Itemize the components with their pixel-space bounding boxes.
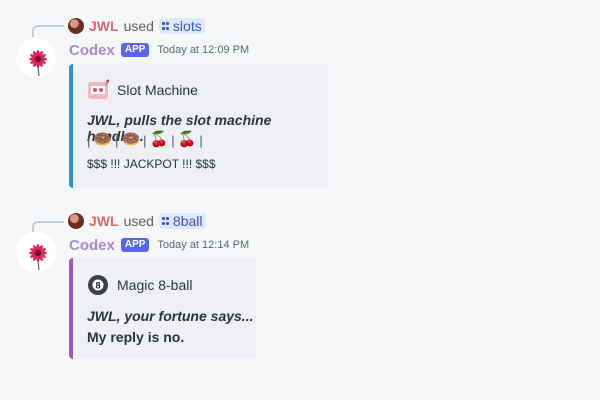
embed-8ball: 8 Magic 8-ball JWL, your fortune says...… xyxy=(69,258,256,359)
message-header: Codex APP Today at 12:14 PM xyxy=(69,235,249,255)
timestamp[interactable]: Today at 12:09 PM xyxy=(157,44,249,56)
reply-reference[interactable]: JWL used 8ball xyxy=(68,212,206,230)
reel-cherry-icon: 🍒 xyxy=(177,131,197,148)
user-avatar[interactable] xyxy=(68,18,84,34)
reel-donut-icon: 🍩 xyxy=(121,131,141,148)
app-badge: APP xyxy=(120,238,150,252)
slot-machine-icon xyxy=(88,79,109,99)
reply-username[interactable]: JWL xyxy=(89,18,119,34)
reel-cherry-icon: 🍒 xyxy=(149,131,169,148)
reply-used-text: used xyxy=(123,213,154,229)
embed-author-name: Slot Machine xyxy=(117,82,198,98)
embed-author: 8 Magic 8-ball xyxy=(87,274,192,296)
user-avatar[interactable] xyxy=(68,213,84,229)
embed-author: Slot Machine xyxy=(87,79,198,101)
command-mention[interactable]: slots xyxy=(158,18,205,34)
slot-reels: | 🍩 | 🍩 | 🍒 | 🍒 | xyxy=(87,131,203,148)
slot-result: $$$ !!! JACKPOT !!! $$$ xyxy=(87,157,216,171)
command-mention[interactable]: 8ball xyxy=(158,213,206,229)
message-header: Codex APP Today at 12:09 PM xyxy=(69,40,249,60)
flower-icon xyxy=(29,244,47,271)
bot-avatar[interactable] xyxy=(16,232,56,272)
slash-command-icon xyxy=(161,22,170,30)
reel-donut-icon: 🍩 xyxy=(93,131,113,148)
reply-reference[interactable]: JWL used slots xyxy=(68,17,205,35)
embed-author-name: Magic 8-ball xyxy=(117,277,193,293)
reply-used-text: used xyxy=(123,18,154,34)
command-name: 8ball xyxy=(172,213,203,229)
author-name[interactable]: Codex xyxy=(69,42,115,59)
command-name: slots xyxy=(172,18,202,34)
fortune-answer: My reply is no. xyxy=(87,329,185,345)
timestamp[interactable]: Today at 12:14 PM xyxy=(157,239,249,251)
magic-8-ball-icon: 8 xyxy=(88,275,108,295)
embed-slots: Slot Machine JWL, pulls the slot machine… xyxy=(69,64,328,188)
slash-command-icon xyxy=(161,217,170,225)
reply-connector xyxy=(32,25,64,37)
flower-icon xyxy=(29,50,47,77)
embed-title: JWL, your fortune says... xyxy=(87,308,254,324)
svg-text:8: 8 xyxy=(95,281,100,291)
bot-avatar[interactable] xyxy=(16,38,56,78)
reply-username[interactable]: JWL xyxy=(89,213,119,229)
app-badge: APP xyxy=(120,43,150,57)
author-name[interactable]: Codex xyxy=(69,237,115,254)
